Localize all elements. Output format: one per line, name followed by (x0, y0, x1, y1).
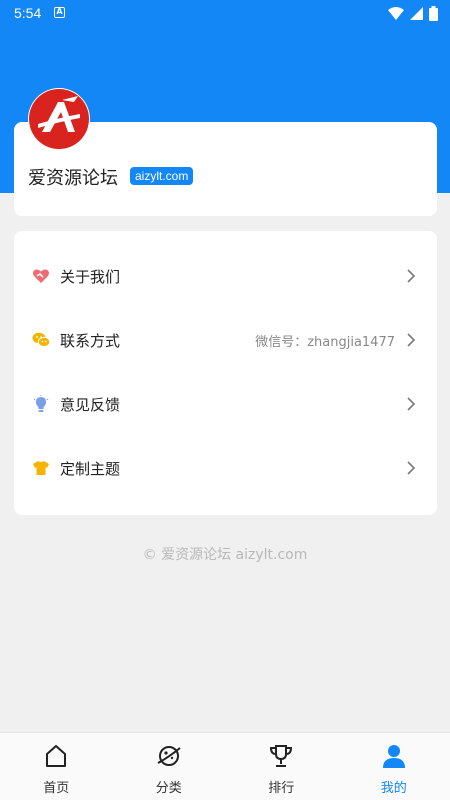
status-bar: 5:54 A (0, 0, 450, 26)
menu-item-feedback[interactable]: 意见反馈 (14, 372, 437, 436)
menu-item-contact[interactable]: 联系方式 微信号：zhangjia1477 (14, 308, 437, 372)
wifi-icon (388, 6, 404, 20)
trophy-icon (270, 745, 293, 767)
nav-tab-mine[interactable]: 我的 (338, 733, 450, 800)
avatar[interactable] (28, 88, 90, 150)
chevron-right-icon (407, 461, 416, 475)
chevron-right-icon (407, 269, 416, 283)
notification-icon: A (54, 7, 65, 18)
planet-icon (157, 746, 181, 766)
wechat-icon (32, 332, 50, 348)
nav-label: 我的 (380, 781, 407, 796)
menu-label: 意见反馈 (60, 395, 121, 414)
battery-icon (429, 5, 438, 21)
profile-name: 爱资源论坛 (28, 168, 118, 189)
nav-tab-ranking[interactable]: 排行 (225, 733, 338, 800)
heart-hands-icon (33, 269, 49, 283)
copyright-text: © 爱资源论坛 aizylt.com (142, 547, 308, 563)
menu-item-about[interactable]: 关于我们 (14, 244, 437, 308)
bottom-nav: 首页 分类 排行 我的 (0, 732, 450, 800)
lightbulb-icon (33, 395, 49, 412)
menu-label: 联系方式 (60, 331, 121, 350)
menu-label: 关于我们 (60, 267, 121, 286)
signal-icon (410, 6, 423, 20)
home-icon (46, 745, 67, 767)
nav-tab-home[interactable]: 首页 (0, 733, 113, 800)
domain-badge: aizylt.com (130, 167, 194, 185)
nav-label: 分类 (155, 781, 182, 796)
menu-item-theme[interactable]: 定制主题 (14, 436, 437, 500)
nav-label: 排行 (268, 781, 295, 796)
tshirt-icon (33, 461, 49, 475)
menu-card: 关于我们 联系方式 微信号：zhangjia1477 意见反馈 定制主题 (14, 231, 437, 515)
nav-tab-category[interactable]: 分类 (113, 733, 226, 800)
chevron-right-icon (407, 397, 416, 411)
status-time: 5:54 (14, 5, 42, 21)
wechat-id: 微信号：zhangjia1477 (255, 334, 395, 350)
site-logo-icon (29, 89, 89, 149)
nav-label: 首页 (43, 781, 70, 796)
chevron-right-icon (407, 333, 416, 347)
status-icons (388, 5, 438, 21)
menu-label: 定制主题 (60, 459, 121, 478)
user-icon (382, 745, 405, 768)
